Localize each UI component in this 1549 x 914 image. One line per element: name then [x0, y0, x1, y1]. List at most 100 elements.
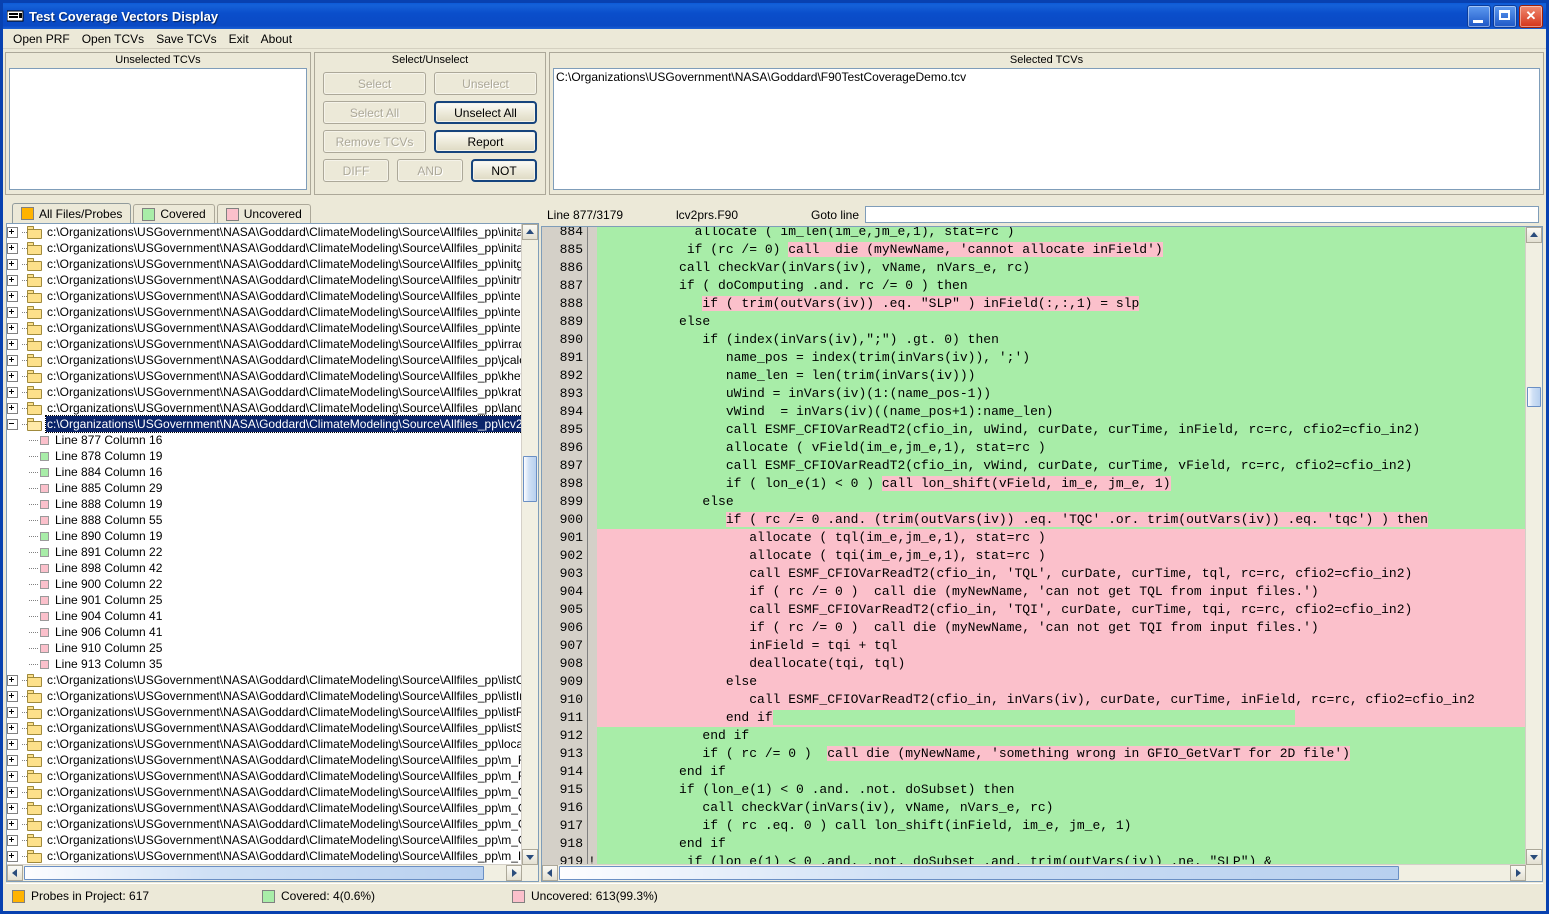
tree-scroll-left-button[interactable]: [7, 865, 23, 881]
expand-node-icon[interactable]: [7, 402, 18, 414]
source-code-view[interactable]: 884 allocate ( im_len(im_e,jm_e,1), stat…: [541, 226, 1543, 882]
source-code-line[interactable]: 905 call ESMF_CFIOVarReadT2(cfio_in, 'TQ…: [542, 601, 1526, 619]
code-scroll-down-button[interactable]: [1526, 849, 1542, 865]
tree-probe-node[interactable]: Line 900 Column 22: [7, 576, 522, 592]
tree-scroll-up-button[interactable]: [522, 224, 538, 240]
source-code-line[interactable]: 899 else: [542, 493, 1526, 511]
source-code-line[interactable]: 891 name_pos = index(trim(inVars(iv)), '…: [542, 349, 1526, 367]
maximize-button[interactable]: [1493, 5, 1517, 28]
tree-scroll-thumb[interactable]: [523, 456, 537, 502]
source-code-line[interactable]: 916 call checkVar(inVars(iv), vName, nVa…: [542, 799, 1526, 817]
source-code-line[interactable]: 909 else: [542, 673, 1526, 691]
source-code-line[interactable]: 888 if ( trim(outVars(iv)) .eq. "SLP" ) …: [542, 295, 1526, 313]
source-code-line[interactable]: 885 if (rc /= 0) call die (myNewName, 'c…: [542, 241, 1526, 259]
source-code-line[interactable]: 908 deallocate(tqi, tql): [542, 655, 1526, 673]
source-code-line[interactable]: 906 if ( rc /= 0 ) call die (myNewName, …: [542, 619, 1526, 637]
source-code-line[interactable]: 894 vWind = inVars(iv)((name_pos+1):name…: [542, 403, 1526, 421]
source-code-line[interactable]: 918 end if: [542, 835, 1526, 853]
expand-node-icon[interactable]: [7, 370, 18, 382]
selected-tcvs-list[interactable]: C:\Organizations\USGovernment\NASA\Godda…: [553, 68, 1540, 190]
expand-node-icon[interactable]: [7, 322, 18, 334]
source-code-line[interactable]: 893 uWind = inVars(iv)(1:(name_pos-1)): [542, 385, 1526, 403]
tab-covered[interactable]: Covered: [133, 204, 215, 223]
source-code-line[interactable]: 898 if ( lon_e(1) < 0 ) call lon_shift(v…: [542, 475, 1526, 493]
tree-probe-node[interactable]: Line 891 Column 22: [7, 544, 522, 560]
source-code-line[interactable]: 901 allocate ( tql(im_e,jm_e,1), stat=rc…: [542, 529, 1526, 547]
source-code-line[interactable]: 911 end if: [542, 709, 1526, 727]
source-code-line[interactable]: 900 if ( rc /= 0 .and. (trim(outVars(iv)…: [542, 511, 1526, 529]
source-code-line[interactable]: 915 if (lon_e(1) < 0 .and. .not. doSubse…: [542, 781, 1526, 799]
tree-probe-node[interactable]: Line 888 Column 19: [7, 496, 522, 512]
source-code-line[interactable]: 907 inField = tqi + tql: [542, 637, 1526, 655]
code-scroll-left-button[interactable]: [542, 865, 558, 881]
tree-probe-node[interactable]: Line 904 Column 41: [7, 608, 522, 624]
tree-probe-node[interactable]: Line 885 Column 29: [7, 480, 522, 496]
expand-node-icon[interactable]: [7, 802, 18, 814]
tree-file-node[interactable]: c:\Organizations\USGovernment\NASA\Godda…: [7, 272, 522, 288]
tree-file-node[interactable]: c:\Organizations\USGovernment\NASA\Godda…: [7, 368, 522, 384]
expand-node-icon[interactable]: [7, 242, 18, 254]
source-code-line[interactable]: 904 if ( rc /= 0 ) call die (myNewName, …: [542, 583, 1526, 601]
tree-file-node[interactable]: c:\Organizations\USGovernment\NASA\Godda…: [7, 816, 522, 832]
tree-file-node[interactable]: c:\Organizations\USGovernment\NASA\Godda…: [7, 752, 522, 768]
source-code-line[interactable]: 896 allocate ( vField(im_e,jm_e,1), stat…: [542, 439, 1526, 457]
source-code-line[interactable]: 884 allocate ( im_len(im_e,jm_e,1), stat…: [542, 227, 1526, 241]
expand-node-icon[interactable]: [7, 722, 18, 734]
expand-node-icon[interactable]: [7, 226, 18, 238]
expand-node-icon[interactable]: [7, 690, 18, 702]
file-tree[interactable]: c:\Organizations\USGovernment\NASA\Godda…: [6, 223, 539, 882]
expand-node-icon[interactable]: [7, 290, 18, 302]
tree-file-node[interactable]: c:\Organizations\USGovernment\NASA\Godda…: [7, 415, 522, 433]
minimize-button[interactable]: [1467, 5, 1491, 28]
expand-node-icon[interactable]: [7, 754, 18, 766]
not-button[interactable]: NOT: [471, 159, 537, 182]
source-code-line[interactable]: 917 if ( rc .eq. 0 ) call lon_shift(inFi…: [542, 817, 1526, 835]
tree-file-node[interactable]: c:\Organizations\USGovernment\NASA\Godda…: [7, 784, 522, 800]
source-code-line[interactable]: 914 end if: [542, 763, 1526, 781]
tree-probe-node[interactable]: Line 898 Column 42: [7, 560, 522, 576]
code-horizontal-scrollbar[interactable]: [542, 864, 1526, 881]
source-code-line[interactable]: 892 name_len = len(trim(inVars(iv))): [542, 367, 1526, 385]
code-scroll-right-button[interactable]: [1510, 865, 1526, 881]
menu-item-exit[interactable]: Exit: [223, 31, 255, 47]
source-code-line[interactable]: 903 call ESMF_CFIOVarReadT2(cfio_in, 'TQ…: [542, 565, 1526, 583]
unselected-tcvs-list[interactable]: [9, 68, 307, 190]
expand-node-icon[interactable]: [7, 706, 18, 718]
tree-file-node[interactable]: c:\Organizations\USGovernment\NASA\Godda…: [7, 224, 522, 240]
code-hscroll-thumb[interactable]: [559, 866, 1399, 880]
tree-file-node[interactable]: c:\Organizations\USGovernment\NASA\Godda…: [7, 352, 522, 368]
expand-node-icon[interactable]: [7, 338, 18, 350]
tree-probe-node[interactable]: Line 901 Column 25: [7, 592, 522, 608]
goto-line-input[interactable]: [865, 206, 1539, 223]
report-button[interactable]: Report: [434, 130, 537, 153]
tree-probe-node[interactable]: Line 913 Column 35: [7, 656, 522, 672]
tree-vertical-scrollbar[interactable]: [521, 224, 538, 865]
select-button[interactable]: Select: [323, 72, 426, 95]
code-scroll-up-button[interactable]: [1526, 227, 1542, 243]
collapse-node-icon[interactable]: [7, 418, 18, 430]
expand-node-icon[interactable]: [7, 850, 18, 862]
tree-file-node[interactable]: c:\Organizations\USGovernment\NASA\Godda…: [7, 240, 522, 256]
source-code-line[interactable]: 897 call ESMF_CFIOVarReadT2(cfio_in, vWi…: [542, 457, 1526, 475]
tree-file-node[interactable]: c:\Organizations\USGovernment\NASA\Godda…: [7, 720, 522, 736]
source-code-line[interactable]: 902 allocate ( tqi(im_e,jm_e,1), stat=rc…: [542, 547, 1526, 565]
tree-file-node[interactable]: c:\Organizations\USGovernment\NASA\Godda…: [7, 704, 522, 720]
tree-file-node[interactable]: c:\Organizations\USGovernment\NASA\Godda…: [7, 688, 522, 704]
close-button[interactable]: [1519, 5, 1543, 28]
selected-tcvs-item[interactable]: C:\Organizations\USGovernment\NASA\Godda…: [556, 70, 1537, 85]
tree-file-node[interactable]: c:\Organizations\USGovernment\NASA\Godda…: [7, 336, 522, 352]
tree-hscroll-thumb[interactable]: [24, 866, 484, 880]
tree-file-node[interactable]: c:\Organizations\USGovernment\NASA\Godda…: [7, 400, 522, 416]
tab-uncovered[interactable]: Uncovered: [216, 204, 311, 223]
unselect-button[interactable]: Unselect: [434, 72, 537, 95]
source-code-line[interactable]: 910 call ESMF_CFIOVarReadT2(cfio_in, inV…: [542, 691, 1526, 709]
tree-file-node[interactable]: c:\Organizations\USGovernment\NASA\Godda…: [7, 832, 522, 848]
tree-probe-node[interactable]: Line 906 Column 41: [7, 624, 522, 640]
remove-tcvs-button[interactable]: Remove TCVs: [323, 130, 426, 153]
select-all-button[interactable]: Select All: [323, 101, 426, 124]
tree-file-node[interactable]: c:\Organizations\USGovernment\NASA\Godda…: [7, 288, 522, 304]
tab-all-files-probes[interactable]: All Files/Probes: [12, 203, 132, 223]
tree-file-node[interactable]: c:\Organizations\USGovernment\NASA\Godda…: [7, 256, 522, 272]
tree-probe-node[interactable]: Line 888 Column 55: [7, 512, 522, 528]
expand-node-icon[interactable]: [7, 386, 18, 398]
